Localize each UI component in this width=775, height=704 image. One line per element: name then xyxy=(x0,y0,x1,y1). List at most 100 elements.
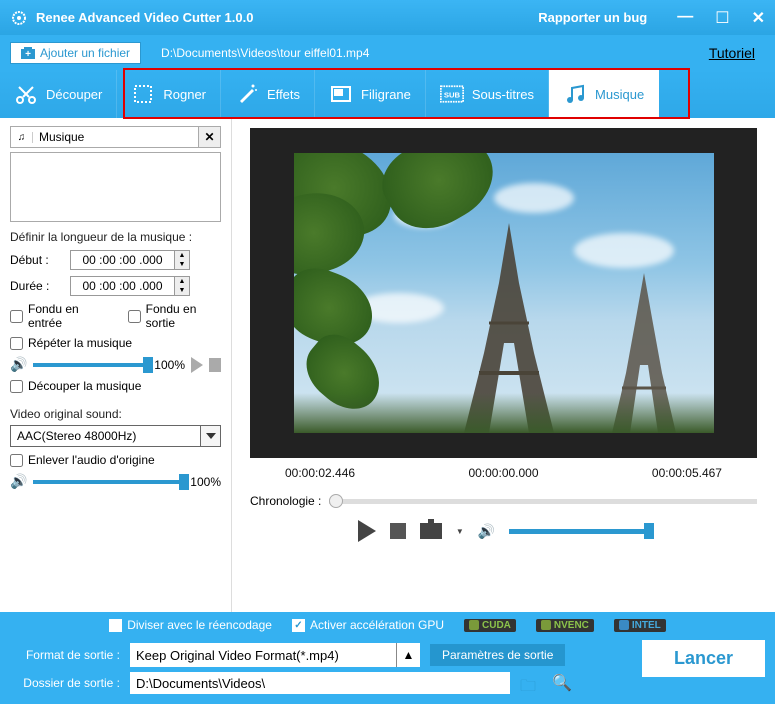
main-area: ♫ Musique ✕ Définir la longueur de la mu… xyxy=(0,118,775,612)
tool-subtitles[interactable]: SUB Sous-titres xyxy=(426,70,549,118)
repeat-label: Répéter la musique xyxy=(28,336,132,350)
start-down[interactable]: ▼ xyxy=(175,260,189,269)
add-file-button[interactable]: + Ajouter un fichier xyxy=(10,42,141,64)
right-panel: 00:00:02.446 00:00:00.000 00:00:05.467 C… xyxy=(232,118,775,612)
fade-out-checkbox[interactable] xyxy=(128,310,141,323)
video-content xyxy=(294,153,714,433)
music-field-text: Musique xyxy=(33,130,198,144)
music-icon xyxy=(563,82,587,106)
timeline-slider[interactable] xyxy=(329,499,757,504)
maximize-button[interactable]: ☐ xyxy=(715,8,729,28)
music-volume-slider[interactable] xyxy=(33,363,148,367)
subtitles-icon: SUB xyxy=(440,82,464,106)
tool-watermark-label: Filigrane xyxy=(361,87,411,102)
play-button[interactable] xyxy=(358,520,376,542)
dur-down[interactable]: ▼ xyxy=(175,286,189,295)
timecodes: 00:00:02.446 00:00:00.000 00:00:05.467 xyxy=(250,466,757,480)
close-button[interactable]: ✕ xyxy=(752,8,765,28)
time-start: 00:00:02.446 xyxy=(285,466,355,480)
browse-folder-button[interactable]: 🗀 xyxy=(520,675,542,691)
scissors-icon xyxy=(14,82,38,106)
speaker-icon-3: 🔊 xyxy=(478,523,495,540)
intel-badge: INTEL xyxy=(614,619,666,632)
output-folder-input[interactable]: D:\Documents\Videos\ xyxy=(130,672,510,694)
fade-in-checkbox[interactable] xyxy=(10,310,23,323)
preview-play-button[interactable] xyxy=(191,357,203,373)
remove-audio-label: Enlever l'audio d'origine xyxy=(28,453,155,467)
minimize-button[interactable]: — xyxy=(677,8,693,28)
time-end: 00:00:05.467 xyxy=(652,466,722,480)
output-format-value: Keep Original Video Format(*.mp4) xyxy=(130,648,396,663)
remove-audio-checkbox[interactable] xyxy=(10,454,23,467)
tool-cut-label: Découper xyxy=(46,87,102,102)
start-up[interactable]: ▲ xyxy=(175,251,189,260)
music-file-input[interactable]: ♫ Musique ✕ xyxy=(10,126,221,148)
playback-volume-slider[interactable] xyxy=(509,529,649,534)
chevron-down-icon xyxy=(200,426,220,446)
original-volume-slider[interactable] xyxy=(33,480,184,484)
speaker-icon-2: 🔊 xyxy=(10,473,27,490)
dur-up[interactable]: ▲ xyxy=(175,277,189,286)
stop-button[interactable] xyxy=(390,523,406,539)
tool-watermark[interactable]: Filigrane xyxy=(315,70,426,118)
tool-cut[interactable]: Découper xyxy=(0,70,117,118)
folder-label: Dossier de sortie : xyxy=(10,676,120,690)
define-length-label: Définir la longueur de la musique : xyxy=(10,230,221,244)
output-params-button[interactable]: Paramètres de sortie xyxy=(430,644,565,666)
tool-music-label: Musique xyxy=(595,87,644,102)
start-label: Début : xyxy=(10,253,60,267)
chevron-up-icon: ▲ xyxy=(396,643,420,667)
current-file-path: D:\Documents\Videos\tour eiffel01.mp4 xyxy=(161,46,709,60)
start-time-input[interactable]: 00 :00 :00 .000 ▲▼ xyxy=(70,250,190,270)
snapshot-dropdown[interactable]: ▼ xyxy=(456,527,464,536)
video-preview[interactable] xyxy=(250,128,757,458)
output-format-select[interactable]: Keep Original Video Format(*.mp4) ▲ xyxy=(130,643,420,667)
duration-time-input[interactable]: 00 :00 :00 .000 ▲▼ xyxy=(70,276,190,296)
left-panel: ♫ Musique ✕ Définir la longueur de la mu… xyxy=(0,118,232,612)
volume-percent-2: 100% xyxy=(190,475,221,489)
crop-icon xyxy=(131,82,155,106)
fade-in-label: Fondu en entrée xyxy=(28,302,108,330)
wand-icon xyxy=(235,82,259,106)
search-folder-button[interactable]: 🔍 xyxy=(552,673,572,693)
preview-stop-button[interactable] xyxy=(209,358,221,372)
tutorial-link[interactable]: Tutoriel xyxy=(709,45,755,61)
toolbar: Découper Rogner Effets Filigrane SUB Sou… xyxy=(0,70,775,118)
original-sound-label: Video original sound: xyxy=(10,407,221,421)
watermark-icon xyxy=(329,82,353,106)
start-time-value: 00 :00 :00 .000 xyxy=(71,251,174,269)
audio-format-value: AAC(Stereo 48000Hz) xyxy=(11,429,200,443)
cuda-badge: CUDA xyxy=(464,619,516,632)
tool-effects-label: Effets xyxy=(267,87,300,102)
note-icon: ♫ xyxy=(11,132,33,143)
music-list[interactable] xyxy=(10,152,221,222)
clear-music-button[interactable]: ✕ xyxy=(198,127,220,147)
tool-effects[interactable]: Effets xyxy=(221,70,315,118)
gpu-checkbox[interactable]: ✓ xyxy=(292,619,305,632)
duration-label: Durée : xyxy=(10,279,60,293)
duration-time-value: 00 :00 :00 .000 xyxy=(71,277,174,295)
add-file-label: Ajouter un fichier xyxy=(40,46,130,60)
format-label: Format de sortie : xyxy=(10,648,120,662)
speaker-icon: 🔊 xyxy=(10,356,27,373)
output-folder-value: D:\Documents\Videos\ xyxy=(136,676,265,691)
cut-music-checkbox[interactable] xyxy=(10,380,23,393)
svg-text:SUB: SUB xyxy=(444,90,461,99)
launch-button[interactable]: Lancer xyxy=(642,640,765,677)
titlebar: Renee Advanced Video Cutter 1.0.0 Rappor… xyxy=(0,0,775,35)
snapshot-button[interactable] xyxy=(420,523,442,539)
window-title: Renee Advanced Video Cutter 1.0.0 xyxy=(36,10,538,25)
tool-music[interactable]: Musique xyxy=(549,70,659,118)
tool-crop[interactable]: Rogner xyxy=(117,70,221,118)
repeat-checkbox[interactable] xyxy=(10,337,23,350)
bottom-bar: Diviser avec le réencodage ✓ Activer acc… xyxy=(0,612,775,704)
divide-label: Diviser avec le réencodage xyxy=(127,618,272,632)
audio-format-select[interactable]: AAC(Stereo 48000Hz) xyxy=(10,425,221,447)
gpu-label: Activer accélération GPU xyxy=(310,618,444,632)
volume-percent: 100% xyxy=(154,358,185,372)
filebar: + Ajouter un fichier D:\Documents\Videos… xyxy=(0,35,775,70)
tool-crop-label: Rogner xyxy=(163,87,206,102)
report-bug-link[interactable]: Rapporter un bug xyxy=(538,10,647,25)
gear-icon xyxy=(10,9,28,27)
divide-checkbox[interactable] xyxy=(109,619,122,632)
